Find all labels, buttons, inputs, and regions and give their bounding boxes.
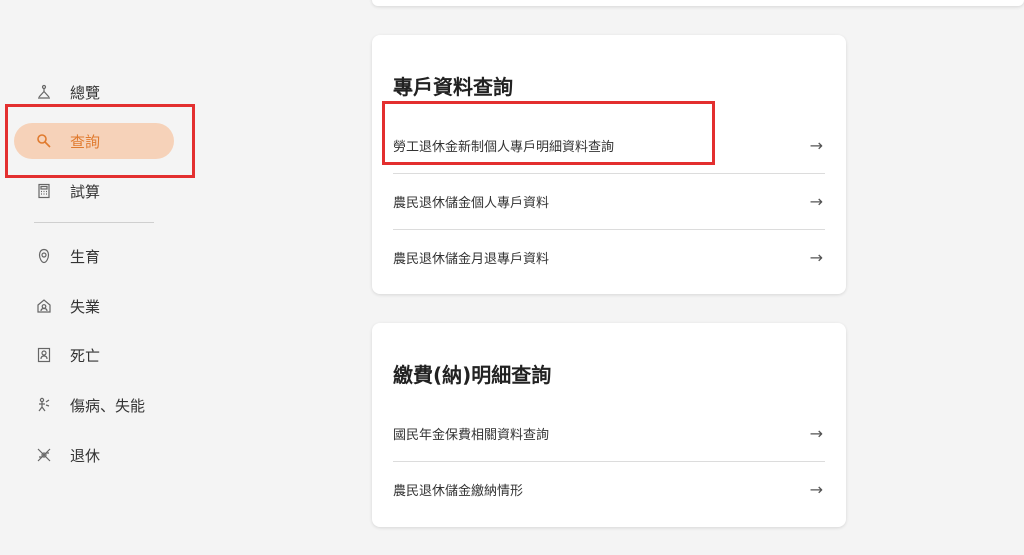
list-item[interactable]: 農民退休儲金月退專戶資料 → (393, 229, 825, 285)
sidebar-item-label: 死亡 (70, 346, 101, 365)
sidebar-item-retirement[interactable]: 退休 (14, 437, 174, 473)
sidebar-item-overview[interactable]: 總覽 (14, 74, 174, 110)
list-item-label: 勞工退休金新制個人專戶明細資料查詢 (393, 139, 615, 155)
arrow-right-icon: → (809, 423, 823, 443)
sidebar-item-injury[interactable]: 傷病、失能 (14, 387, 174, 423)
retirement-icon (36, 447, 52, 463)
list-item-label: 農民退休儲金繳納情形 (393, 484, 524, 499)
sidebar-item-unemployment[interactable]: 失業 (14, 288, 174, 324)
search-icon (36, 133, 52, 149)
unemployment-icon (36, 298, 52, 314)
sidebar-item-calculate[interactable]: 試算 (14, 173, 174, 209)
death-icon (36, 347, 52, 363)
arrow-right-icon: → (809, 480, 823, 499)
list-item[interactable]: 國民年金保費相關資料查詢 → (393, 405, 825, 461)
calculator-icon (36, 183, 52, 199)
list-item[interactable]: 農民退休儲金個人專戶資料 → (393, 173, 825, 229)
sidebar-item-label: 生育 (70, 247, 101, 266)
account-query-card: 專戶資料查詢 勞工退休金新制個人專戶明細資料查詢 → 農民退休儲金個人專戶資料 … (372, 35, 846, 294)
list-item-label: 農民退休儲金月退專戶資料 (393, 252, 550, 267)
sidebar-item-label: 試算 (70, 182, 101, 201)
sidebar-item-death[interactable]: 死亡 (14, 337, 174, 373)
sidebar-item-label: 查詢 (70, 132, 101, 151)
arrow-right-icon: → (809, 248, 823, 267)
list-item[interactable]: 農民退休儲金繳納情形 → (393, 461, 825, 517)
sidebar-item-birth[interactable]: 生育 (14, 238, 174, 274)
card-title: 繳費(納)明細查詢 (393, 363, 552, 387)
overview-icon (36, 84, 52, 100)
list-item[interactable]: 勞工退休金新制個人專戶明細資料查詢 → (393, 117, 825, 173)
sidebar-item-label: 失業 (70, 297, 101, 316)
arrow-right-icon: → (809, 192, 823, 211)
payment-query-card: 繳費(納)明細查詢 國民年金保費相關資料查詢 → 農民退休儲金繳納情形 → (372, 323, 846, 527)
sidebar-item-search[interactable]: 查詢 (14, 123, 174, 159)
sidebar-item-label: 傷病、失能 (70, 396, 146, 415)
list-item-label: 國民年金保費相關資料查詢 (393, 427, 550, 443)
birth-icon (36, 248, 52, 264)
list-item-label: 農民退休儲金個人專戶資料 (393, 196, 550, 211)
card-title: 專戶資料查詢 (393, 75, 513, 99)
sidebar-item-label: 退休 (70, 446, 101, 465)
sidebar: 總覽 查詢 試算 生育 失業 死亡 傷病、失能 退休 (0, 0, 200, 555)
sidebar-divider (34, 222, 154, 223)
sidebar-item-label: 總覽 (70, 83, 101, 102)
injury-icon (36, 397, 52, 413)
arrow-right-icon: → (809, 135, 823, 155)
top-card (372, 0, 1024, 6)
